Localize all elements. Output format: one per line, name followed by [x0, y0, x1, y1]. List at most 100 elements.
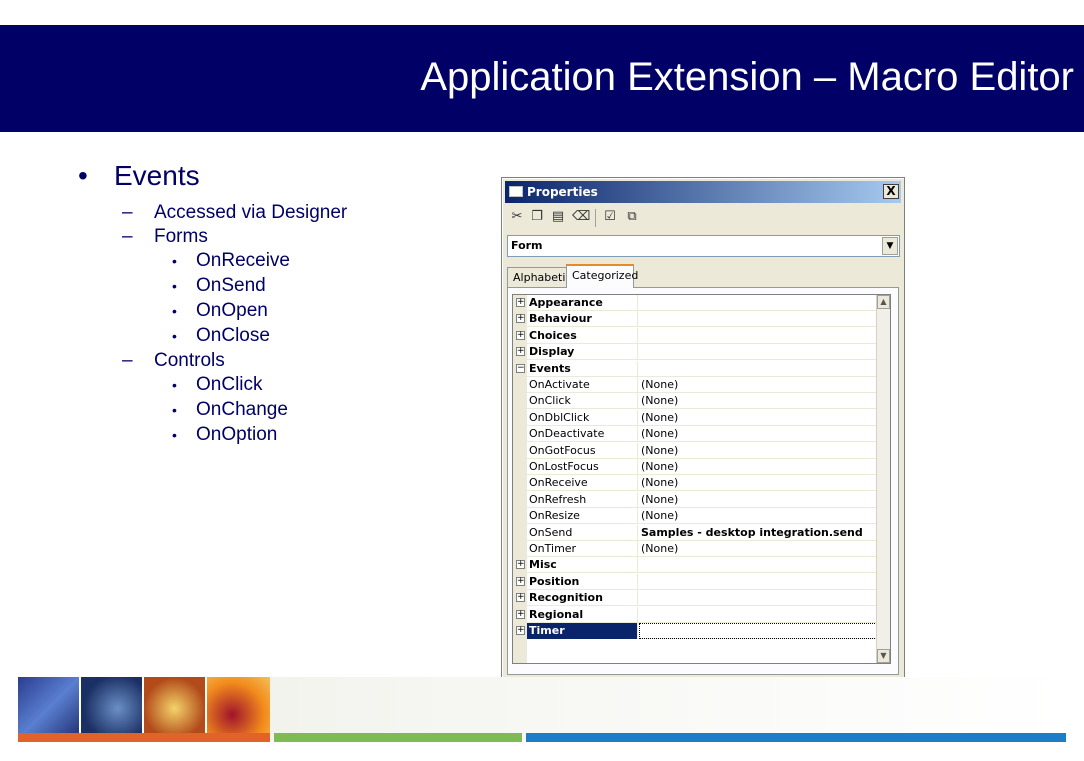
property-value[interactable]: (None) — [639, 492, 877, 508]
property-value[interactable]: (None) — [639, 443, 877, 459]
property-name: OnClick — [527, 393, 638, 410]
property-name: Regional — [527, 606, 638, 623]
property-value — [639, 607, 877, 623]
property-name: Choices — [527, 327, 638, 344]
property-name: Timer — [527, 623, 638, 639]
property-row-ongotfocus[interactable]: OnGotFocus (None) — [513, 442, 877, 459]
footer-image-flower — [144, 677, 205, 740]
property-value[interactable]: (None) — [639, 475, 877, 491]
footer-bar-green — [274, 733, 522, 742]
property-value[interactable]: (None) — [639, 508, 877, 524]
property-value[interactable]: (None) — [639, 393, 877, 409]
tab-alphabetic[interactable]: Alphabetic — [507, 267, 571, 287]
chevron-down-icon[interactable]: ▼ — [882, 237, 898, 255]
footer-bar-orange — [18, 733, 270, 742]
object-selector-value: Form — [511, 239, 543, 252]
bullet-forms: – Forms — [122, 226, 208, 247]
copy-icon[interactable]: ❐ — [529, 209, 545, 225]
property-value — [639, 574, 877, 590]
cut-icon[interactable]: ✂ — [509, 209, 525, 225]
footer-image-fruit — [207, 677, 270, 740]
property-value — [639, 557, 877, 573]
property-value — [639, 328, 877, 344]
footer-bar-blue — [526, 733, 1066, 742]
property-row-onsend[interactable]: OnSend Samples - desktop integration.send — [513, 524, 877, 541]
property-name: OnRefresh — [527, 491, 638, 508]
property-name: Recognition — [527, 590, 638, 607]
expand-icon[interactable]: + — [516, 347, 525, 357]
property-grid: + Appearance + Behaviour + Choices + Display − Ev… — [512, 294, 891, 664]
expand-icon[interactable]: + — [516, 576, 525, 586]
property-name: OnReceive — [527, 475, 638, 492]
property-value — [639, 311, 877, 327]
title-banner: Application Extension – Macro Editor — [0, 25, 1084, 132]
bullet-onchange: • OnChange — [172, 399, 288, 420]
property-value[interactable]: Samples - desktop integration.send — [639, 525, 877, 541]
properties-window: Properties X ✂ ❐ ▤ ⌫ ☑ ⧉ Form ▼ Alphabet… — [501, 177, 905, 680]
collapse-icon[interactable]: − — [516, 363, 525, 373]
category-row-behaviour[interactable]: + Behaviour — [513, 311, 877, 328]
category-row-events[interactable]: − Events — [513, 360, 877, 377]
expand-icon[interactable]: + — [516, 609, 525, 619]
property-row-ondeactivate[interactable]: OnDeactivate (None) — [513, 426, 877, 443]
footer-image-eye — [81, 677, 142, 740]
close-button[interactable]: X — [883, 184, 899, 199]
property-value[interactable]: (None) — [639, 541, 877, 557]
property-name: OnLostFocus — [527, 459, 638, 475]
property-name: Position — [527, 573, 638, 590]
property-row-onlostfocus[interactable]: OnLostFocus (None) — [513, 459, 877, 475]
property-value[interactable]: (None) — [639, 410, 877, 426]
property-name: Appearance — [527, 295, 638, 311]
property-row-onclick[interactable]: OnClick (None) — [513, 393, 877, 410]
property-name: OnSend — [527, 524, 638, 541]
property-value[interactable]: (None) — [639, 377, 877, 393]
expand-icon[interactable]: + — [516, 314, 525, 324]
category-row-regional[interactable]: + Regional — [513, 606, 877, 623]
property-name: OnResize — [527, 508, 638, 525]
property-name: Display — [527, 344, 638, 361]
property-name: OnDblClick — [527, 409, 638, 426]
property-name: Misc — [527, 557, 638, 574]
category-row-misc[interactable]: + Misc — [513, 557, 877, 574]
property-value[interactable]: (None) — [639, 459, 877, 475]
property-value — [639, 295, 877, 311]
expand-icon[interactable]: + — [516, 330, 525, 340]
properties-title: Properties — [527, 185, 598, 199]
property-row-ondblclick[interactable]: OnDblClick (None) — [513, 409, 877, 426]
property-row-onreceive[interactable]: OnReceive (None) — [513, 475, 877, 492]
property-row-ontimer[interactable]: OnTimer (None) — [513, 541, 877, 557]
toolbar-separator — [595, 209, 596, 227]
properties-titlebar[interactable]: Properties X — [505, 181, 901, 203]
properties-toolbar: ✂ ❐ ▤ ⌫ ☑ ⧉ — [507, 206, 897, 230]
property-row-onresize[interactable]: OnResize (None) — [513, 508, 877, 525]
bullet-onopen: • OnOpen — [172, 300, 268, 321]
vertical-scrollbar[interactable]: ▲ ▼ — [876, 295, 890, 663]
expand-icon[interactable]: + — [516, 626, 525, 635]
scroll-down-icon[interactable]: ▼ — [877, 649, 890, 663]
expand-icon[interactable]: + — [516, 560, 525, 570]
category-row-position[interactable]: + Position — [513, 573, 877, 590]
layers-icon[interactable]: ⧉ — [624, 209, 640, 225]
object-selector[interactable]: Form ▼ — [507, 235, 900, 257]
property-name: OnGotFocus — [527, 442, 638, 459]
tab-categorized[interactable]: Categorized — [566, 264, 638, 288]
expand-icon[interactable]: + — [516, 298, 525, 307]
property-value[interactable]: (None) — [639, 426, 877, 442]
footer-image-mosaic — [18, 677, 79, 740]
category-row-timer[interactable]: + Timer — [513, 623, 877, 639]
category-row-recognition[interactable]: + Recognition — [513, 590, 877, 607]
bullet-onclose: • OnClose — [172, 325, 270, 346]
category-row-appearance[interactable]: + Appearance — [513, 295, 877, 311]
expand-icon[interactable]: + — [516, 593, 525, 603]
category-row-display[interactable]: + Display — [513, 344, 877, 361]
eraser-icon[interactable]: ⌫ — [572, 209, 590, 225]
property-name: OnActivate — [527, 377, 638, 393]
category-row-choices[interactable]: + Choices — [513, 327, 877, 344]
scroll-up-icon[interactable]: ▲ — [877, 295, 890, 309]
property-value — [639, 344, 877, 360]
paste-icon[interactable]: ▤ — [550, 209, 566, 225]
checkbox-icon[interactable]: ☑ — [602, 209, 618, 225]
property-name: OnDeactivate — [527, 426, 638, 443]
property-row-onactivate[interactable]: OnActivate (None) — [513, 377, 877, 393]
property-row-onrefresh[interactable]: OnRefresh (None) — [513, 491, 877, 508]
